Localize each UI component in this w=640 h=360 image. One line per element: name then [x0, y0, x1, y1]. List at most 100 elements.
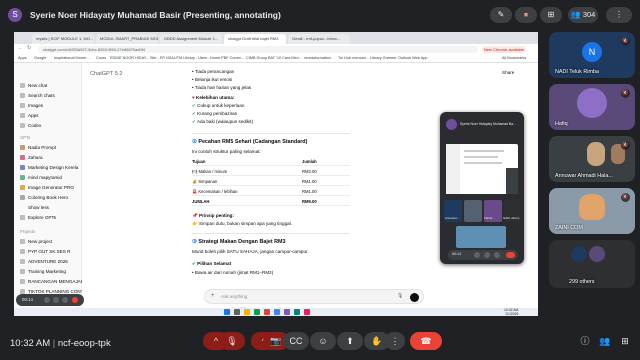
floating-meet-window[interactable]: Syerie Noer Hidayaty Muhamad Ba... Annuw…	[440, 112, 524, 264]
gpts-heading: GPTs	[20, 135, 31, 140]
participant-name: Flamil...	[484, 216, 495, 220]
browser-tab[interactable]: mysits | SCIF MODULE 1, MO...	[32, 34, 94, 44]
others-tile[interactable]: 299 others	[549, 240, 635, 288]
sidebar-item-codex[interactable]: Codex	[20, 123, 41, 129]
bookmark[interactable]: Apps	[18, 55, 27, 62]
sidebar-gpt[interactable]: Nadia Prompt	[20, 145, 56, 151]
sidebar-project[interactable]: PYP OUT SK SES R	[20, 249, 70, 255]
bookmark[interactable]: CIMB Group	[246, 55, 267, 62]
sidebar-gpt[interactable]: mind mapyramid	[20, 175, 62, 181]
participant-tile[interactable]: N 🔇 NADI Teluk Rimba	[549, 32, 635, 78]
update-chrome-badge[interactable]: New Chrome available	[482, 46, 526, 53]
participant-tile[interactable]	[464, 200, 482, 222]
participant-tile[interactable]: 🔇 Hafiq	[549, 84, 635, 130]
back-icon[interactable]: ←	[18, 45, 23, 51]
browser-tab[interactable]: GBDD Assignment Module 1...	[160, 34, 222, 44]
sidebar-item-images[interactable]: Images	[20, 103, 43, 109]
leave-call-button[interactable]: ☎	[410, 332, 442, 350]
sidebar-project[interactable]: ADVENTURE 2026	[20, 259, 68, 265]
bookmark[interactable]: Outlook Web App	[398, 55, 427, 62]
sidebar-item-new-chat[interactable]: New chat	[20, 83, 47, 89]
bookmark[interactable]: BAT '10 Cara Men...	[268, 55, 302, 62]
table-header: Tujuan Jumlah	[192, 157, 350, 166]
sidebar-item-search[interactable]: Search chats	[20, 93, 55, 99]
people-count: 304	[582, 10, 596, 19]
annotate-button[interactable]: ✎	[490, 7, 512, 23]
hangup-button[interactable]	[506, 252, 515, 258]
more-button[interactable]	[494, 252, 500, 258]
mic-button[interactable]	[474, 252, 480, 258]
more-icon[interactable]	[62, 297, 68, 303]
bookmark[interactable]: Library Greener	[370, 55, 397, 62]
explore-gpts-link[interactable]: Explore GPTs	[20, 215, 56, 221]
bookmark[interactable]: Google	[34, 55, 46, 62]
edit-icon	[20, 83, 25, 89]
url-field[interactable]: chatgpt.com/c/6953d927-5cbc-8053-9f50-27…	[38, 46, 478, 53]
folder-icon	[20, 249, 25, 255]
model-selector[interactable]: ChatGPT 5.2	[90, 71, 123, 77]
people-button[interactable]: 👥 304	[568, 7, 598, 23]
browser-tab-active[interactable]: chatgpt Draft bilal bajet RM3	[224, 34, 286, 44]
search-icon[interactable]	[234, 309, 240, 315]
sidebar-gpt[interactable]: Coloring Book Hero	[20, 195, 68, 201]
bookmark[interactable]: All Bookmarks	[502, 55, 526, 62]
bookmark[interactable]: niveauformation	[304, 55, 331, 62]
bookmark[interactable]: Tul Hub mencari...	[338, 55, 369, 62]
present-button[interactable]: ⬆	[337, 332, 363, 350]
others-count: 299 others	[569, 279, 595, 285]
hangup-icon[interactable]	[72, 297, 78, 303]
sidebar-project[interactable]: New project	[20, 239, 52, 245]
sidebar-project[interactable]: RANCANGAN MENGAJAR	[20, 279, 84, 285]
bookmark[interactable]: Cours	[96, 55, 106, 62]
app-icon[interactable]	[284, 309, 290, 315]
bookmark[interactable]: Site - FR NSA	[150, 55, 174, 62]
info-icon[interactable]: ⓘ	[578, 334, 592, 348]
mic-icon[interactable]	[44, 297, 50, 303]
participant-tile[interactable]: 🔇 ZAINI COM	[549, 188, 635, 234]
browser-tab[interactable]: MODUL SMART_PRABUDI MOD...	[96, 34, 158, 44]
participant-tile[interactable]: 🔇 Annuwar Ahmadi Hala...	[549, 136, 635, 182]
sidebar-gpt[interactable]: Image Generator PRO	[20, 185, 74, 191]
bookmark[interactable]: Home PBF Comm...	[210, 55, 244, 62]
emoji-button[interactable]: ☺	[310, 332, 336, 350]
more-options-button[interactable]: ⋮	[606, 7, 632, 23]
bookmark[interactable]: EDDIE NOOR HIDAY...	[110, 55, 149, 62]
pin-button[interactable]: ⊞	[540, 7, 562, 23]
sidebar-item-apps[interactable]: Apps	[20, 113, 38, 119]
app-icon[interactable]	[294, 309, 300, 315]
sidebar-project[interactable]: Training Marketing	[20, 269, 66, 275]
mic-off-icon: 🔇	[621, 193, 630, 202]
show-less-link[interactable]: Show less	[20, 205, 49, 210]
participant-avatar: N	[582, 42, 602, 62]
app-icon[interactable]	[304, 309, 310, 315]
captions-button[interactable]: CC	[283, 332, 309, 350]
reload-icon[interactable]: ↻	[27, 45, 31, 51]
browser-tab[interactable]: Gmail - rmf-popuz...inbox...	[288, 34, 350, 44]
microphone-icon[interactable]: 🎙	[397, 293, 403, 299]
activities-icon[interactable]: ⊞	[618, 334, 632, 348]
plus-icon[interactable]: +	[211, 293, 215, 299]
chat-composer[interactable]: + Ask anything 🎙	[204, 289, 424, 304]
app-icon[interactable]	[274, 309, 280, 315]
participant-name: Hafiq	[555, 121, 568, 127]
sidebar-gpt[interactable]: Zahara	[20, 155, 43, 161]
camera-icon[interactable]	[53, 297, 59, 303]
people-icon[interactable]: 👥	[598, 334, 612, 348]
mini-call-bar[interactable]: 00:14	[16, 294, 84, 306]
sidebar-gpt[interactable]: Marketing Design Kerela	[20, 165, 78, 171]
bookmark[interactable]: Inspirational Mome...	[54, 55, 89, 62]
voice-mode-button[interactable]	[410, 293, 419, 302]
mic-off-button[interactable]: 🎙	[219, 332, 245, 350]
chrome-icon[interactable]	[254, 309, 260, 315]
share-button[interactable]: Share	[502, 70, 514, 75]
more-options-button[interactable]: ⋮	[385, 332, 405, 350]
app-icon[interactable]	[264, 309, 270, 315]
bookmark[interactable]: UTM Library - Utem...	[174, 55, 211, 62]
folder-icon[interactable]	[244, 309, 250, 315]
code-icon	[20, 123, 25, 129]
camera-button[interactable]	[484, 252, 490, 258]
os-clock[interactable]: 10:32 AM 1/1/2026	[504, 308, 518, 316]
stop-presenting-button[interactable]: ⏹	[515, 7, 537, 23]
folder-icon	[20, 259, 25, 265]
start-icon[interactable]	[224, 309, 230, 315]
